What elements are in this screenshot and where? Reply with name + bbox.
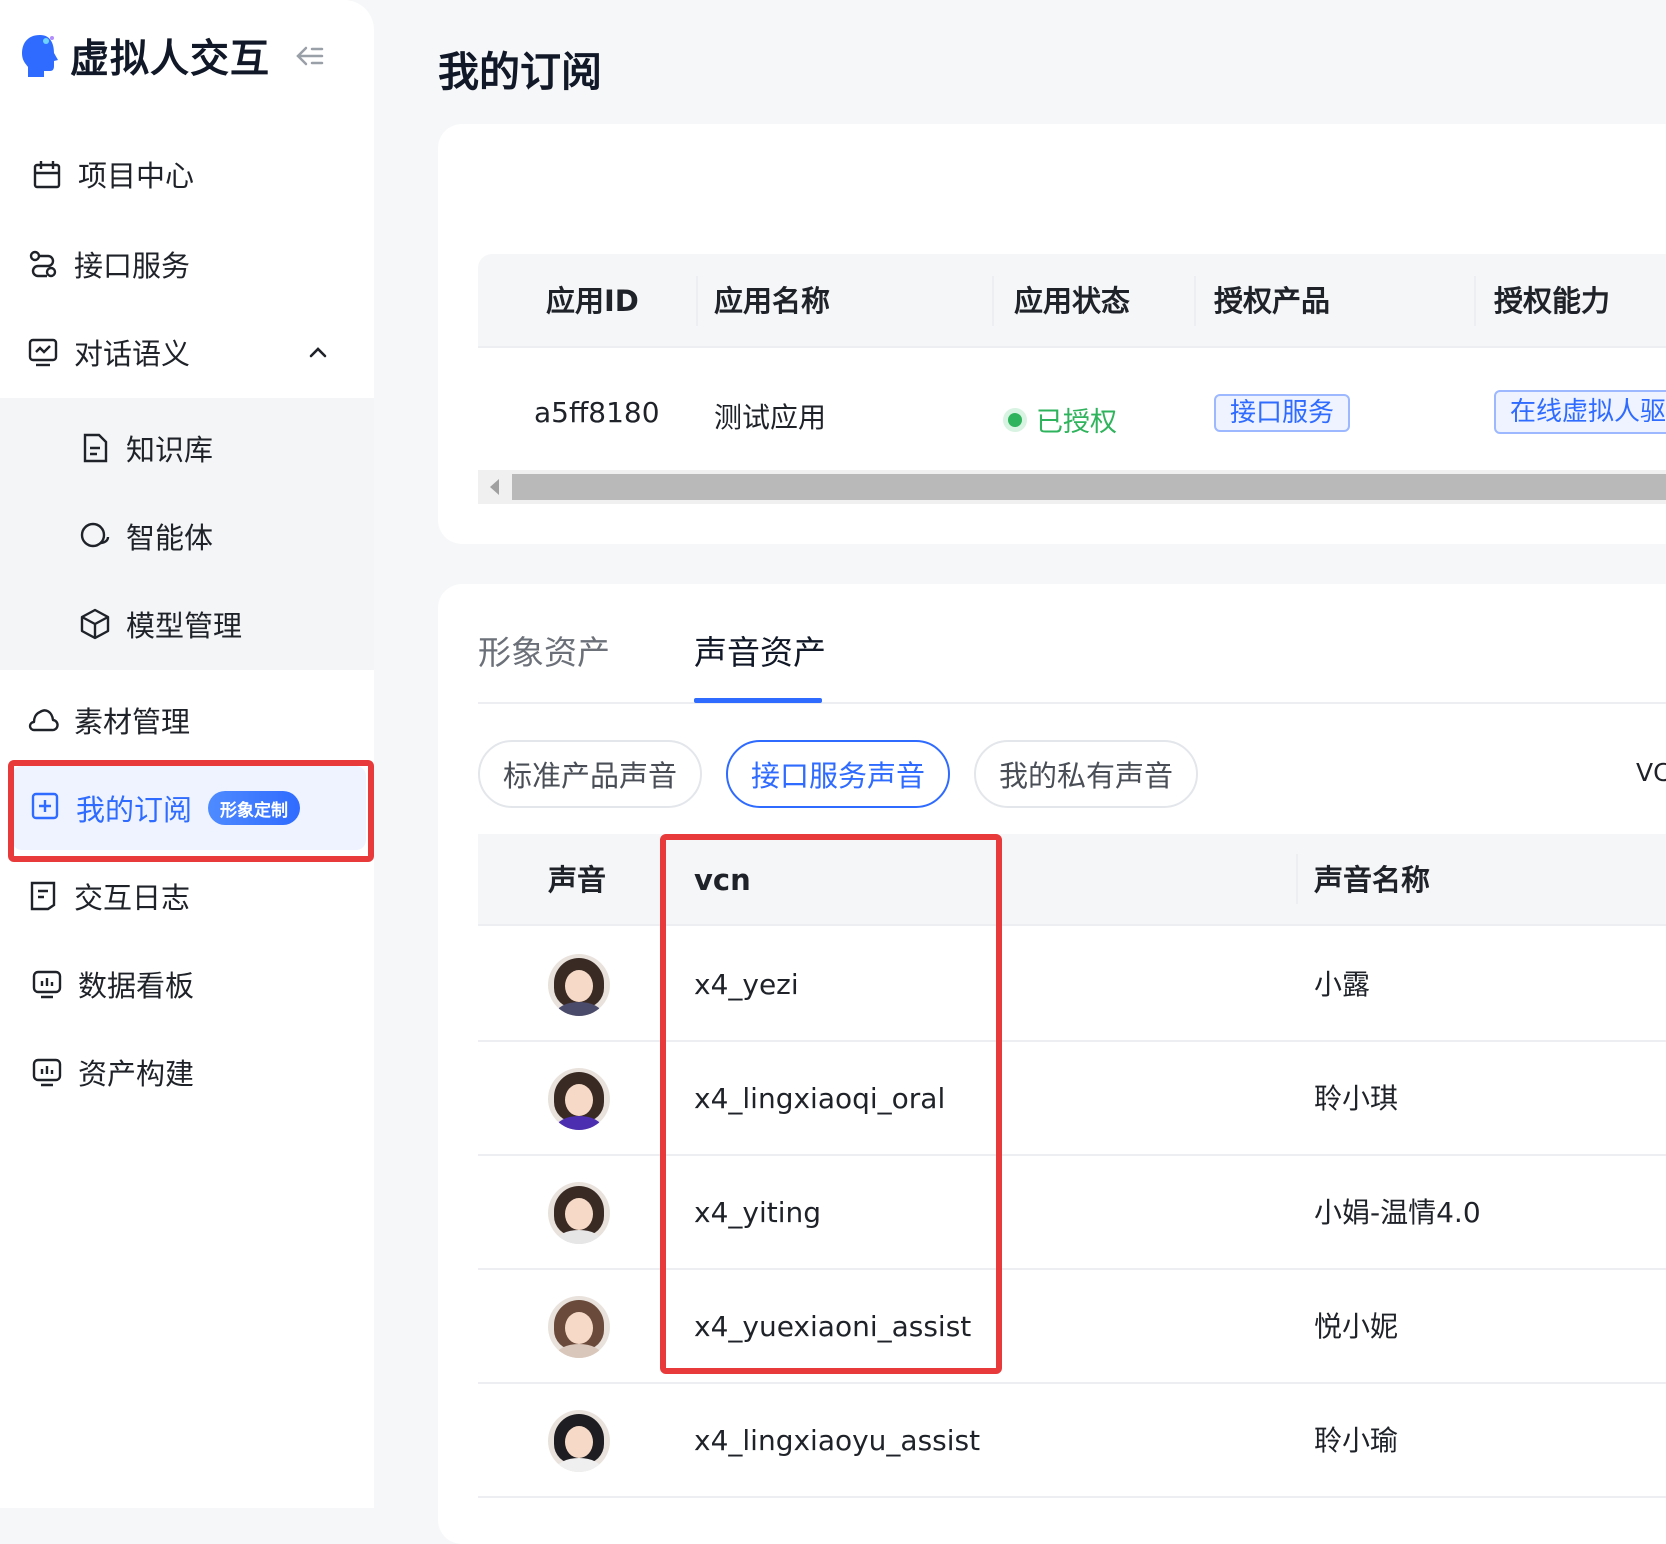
calendar-icon	[30, 157, 64, 191]
tab-image-assets[interactable]: 形象资产	[478, 626, 610, 674]
app-title: 虚拟人交互	[70, 37, 271, 82]
voice-name-cell: 聆小琪	[1314, 1082, 1399, 1115]
highlight-box-vcn	[660, 834, 1002, 1374]
chart-monitor-icon	[30, 967, 64, 1001]
sidebar-item-asset-build[interactable]: 资产构建	[0, 1028, 374, 1116]
sidebar-item-project-center[interactable]: 项目中心	[0, 130, 374, 218]
sidebar-item-model-management[interactable]: 模型管理	[0, 580, 374, 668]
logo-head-icon	[20, 33, 60, 79]
document-icon	[78, 431, 112, 465]
scrollbar-thumb[interactable]	[512, 474, 1666, 500]
chart-monitor-icon	[30, 1055, 64, 1089]
sidebar-item-label: 接口服务	[74, 249, 191, 283]
app-status-cell: 已授权	[1008, 400, 1117, 439]
vcn-cell: x4_lingxiaoyu_assist	[694, 1424, 981, 1457]
voice-avatar	[548, 1182, 610, 1244]
scroll-left-icon[interactable]	[490, 479, 499, 495]
sidebar-item-label: 知识库	[126, 433, 214, 467]
sidebar-item-knowledge-base[interactable]: 知识库	[0, 404, 374, 492]
horizontal-scrollbar[interactable]	[478, 470, 1666, 504]
chat-bubbles-icon	[78, 519, 112, 553]
sidebar-item-label: 资产构建	[78, 1057, 195, 1091]
applications-card: 应用ID 应用名称 应用状态 授权产品 授权能力 a5ff8180 测试应用 已…	[438, 124, 1666, 544]
column-divider	[1296, 854, 1298, 904]
auth-product-tag: 接口服务	[1214, 394, 1351, 432]
filter-private-voices[interactable]: 我的私有声音	[974, 740, 1198, 808]
sidebar: 虚拟人交互 项目中心 接口服务 对话语义 知识库 智能体 模型管理 素材管理 我…	[0, 0, 374, 1508]
col-app-status: 应用状态	[1014, 284, 1131, 318]
voice-table-header: 声音 vcn 声音名称	[478, 834, 1666, 926]
col-voice: 声音	[548, 863, 607, 897]
auth-ability-tag: 在线虚拟人驱动	[1494, 390, 1666, 434]
app-logo: 虚拟人交互	[20, 26, 270, 86]
voice-avatar	[548, 1296, 610, 1358]
voice-name-cell: 小娟-温情4.0	[1314, 1196, 1481, 1229]
table-row[interactable]: x4_lingxiaoyu_assist 聆小瑜	[478, 1384, 1666, 1498]
collapse-sidebar-icon[interactable]	[292, 38, 328, 74]
chat-monitor-icon	[26, 335, 60, 369]
apps-table-header: 应用ID 应用名称 应用状态 授权产品 授权能力	[478, 254, 1666, 348]
col-app-id: 应用ID	[546, 284, 639, 318]
sidebar-item-label: 素材管理	[74, 705, 191, 739]
route-icon	[26, 247, 60, 281]
sidebar-item-interaction-log[interactable]: 交互日志	[0, 852, 374, 940]
tabs-divider	[478, 702, 1666, 704]
voice-avatar	[548, 1068, 610, 1130]
status-dot-icon	[1008, 412, 1022, 427]
column-divider	[1474, 276, 1476, 326]
filter-api-service-voices[interactable]: 接口服务声音	[726, 740, 950, 808]
sidebar-item-api-service[interactable]: 接口服务	[0, 220, 374, 308]
sidebar-item-label: 项目中心	[78, 159, 195, 193]
sidebar-item-label: 交互日志	[74, 881, 191, 915]
log-icon	[26, 879, 60, 913]
sidebar-item-data-dashboard[interactable]: 数据看板	[0, 940, 374, 1028]
sidebar-item-label: 数据看板	[78, 969, 195, 1003]
page-title: 我的订阅	[438, 48, 602, 96]
voice-avatar	[548, 954, 610, 1016]
col-auth-ability: 授权能力	[1494, 284, 1611, 318]
voice-name-cell: 悦小妮	[1314, 1310, 1399, 1343]
voice-name-cell: 聆小瑜	[1314, 1424, 1399, 1457]
sidebar-item-label: 模型管理	[126, 609, 243, 643]
voice-name-cell: 小露	[1314, 968, 1371, 1001]
truncated-text: VC	[1636, 758, 1666, 787]
sidebar-item-label: 对话语义	[74, 337, 191, 371]
cube-icon	[78, 607, 112, 641]
sidebar-item-agent[interactable]: 智能体	[0, 492, 374, 580]
table-row[interactable]: x4_lingxiaoqi_oral 聆小琪	[478, 1042, 1666, 1156]
app-name-cell: 测试应用	[714, 401, 827, 434]
col-voice-name: 声音名称	[1314, 863, 1431, 897]
app-id-cell: a5ff8180	[534, 396, 660, 429]
cloud-icon	[26, 703, 60, 737]
chevron-up-icon[interactable]	[304, 338, 332, 366]
tab-voice-assets[interactable]: 声音资产	[694, 626, 826, 674]
active-tab-indicator	[694, 698, 822, 703]
col-app-name: 应用名称	[714, 284, 831, 318]
sidebar-item-label: 智能体	[126, 521, 214, 555]
voice-avatar	[548, 1410, 610, 1472]
filter-standard-voices[interactable]: 标准产品声音	[478, 740, 702, 808]
assets-card: 形象资产 声音资产 标准产品声音 接口服务声音 我的私有声音 VC 声音 vcn…	[438, 584, 1666, 1544]
column-divider	[992, 276, 994, 326]
table-row[interactable]: x4_yiting 小娟-温情4.0	[478, 1156, 1666, 1270]
status-text: 已授权	[1036, 407, 1117, 438]
column-divider	[696, 276, 698, 326]
sidebar-item-material-management[interactable]: 素材管理	[0, 676, 374, 764]
table-row[interactable]: x4_yezi 小露	[478, 928, 1666, 1042]
highlight-box-subscription	[8, 760, 374, 862]
column-divider	[1194, 276, 1196, 326]
col-auth-product: 授权产品	[1214, 284, 1331, 318]
table-row[interactable]: x4_yuexiaoni_assist 悦小妮	[478, 1270, 1666, 1384]
